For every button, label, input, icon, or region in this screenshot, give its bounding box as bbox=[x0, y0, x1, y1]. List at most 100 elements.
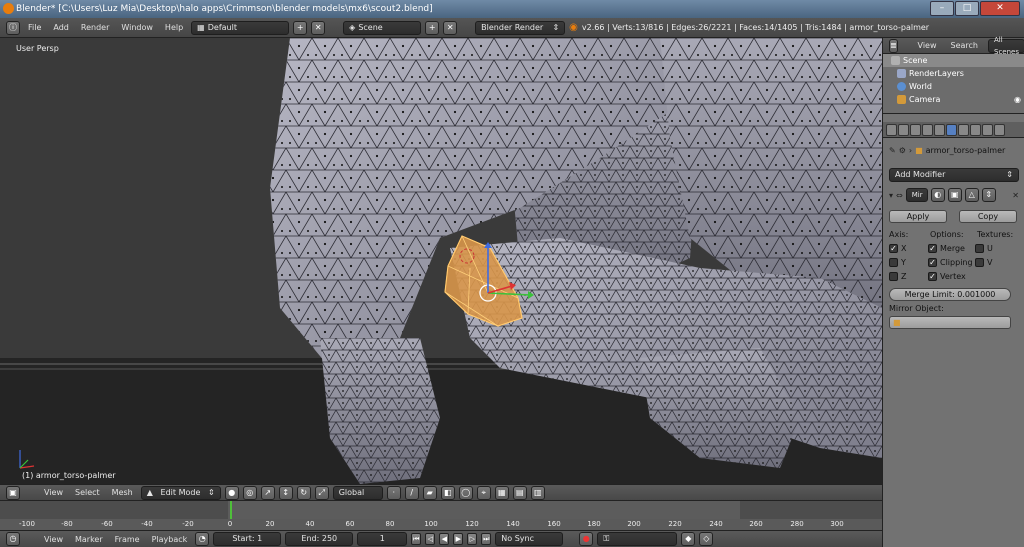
mirror-object-field[interactable]: ■ bbox=[889, 316, 1011, 329]
3d-viewport[interactable]: User Persp (1) armor_torso-palmer bbox=[0, 38, 882, 484]
editmode-toggle-icon[interactable]: △ bbox=[964, 188, 979, 202]
outliner-row-camera[interactable]: Camera ◉ bbox=[883, 93, 1024, 106]
vertex-select-icon[interactable]: · bbox=[386, 485, 401, 500]
face-select-icon[interactable]: ▰ bbox=[422, 485, 437, 500]
outliner-menu-search[interactable]: Search bbox=[947, 41, 982, 50]
data-tab-icon[interactable] bbox=[958, 123, 969, 136]
modifier-name-field[interactable]: Mir bbox=[905, 188, 928, 202]
pin-icon[interactable]: ✎ bbox=[889, 146, 896, 155]
add-modifier-select[interactable]: Add Modifier ⇕ bbox=[889, 168, 1019, 182]
manipulator-toggle-icon[interactable]: ↗ bbox=[260, 485, 275, 500]
copy-button[interactable]: Copy bbox=[959, 210, 1017, 223]
menu-mesh[interactable]: Mesh bbox=[108, 488, 137, 497]
menu-window[interactable]: Window bbox=[117, 23, 157, 32]
pivot-point-icon[interactable]: ◎ bbox=[242, 485, 257, 500]
move-updown-icon[interactable]: ⇕ bbox=[981, 188, 996, 202]
viewport-toggle-icon[interactable]: ▣ bbox=[947, 188, 962, 202]
remove-modifier-icon[interactable]: ✕ bbox=[1012, 191, 1019, 200]
auto-keying-icon[interactable]: ● bbox=[579, 532, 594, 546]
maximize-button[interactable]: □ bbox=[955, 1, 979, 16]
transform-orientation-select[interactable]: Global bbox=[332, 485, 383, 500]
mode-select[interactable]: ▲ Edit Mode ⇕ bbox=[140, 485, 221, 500]
render-engine-select[interactable]: Blender Render ⇕ bbox=[475, 20, 566, 35]
sync-mode-select[interactable]: No Sync bbox=[495, 532, 564, 546]
outliner-row-world[interactable]: World bbox=[883, 80, 1024, 93]
menu-add[interactable]: Add bbox=[49, 23, 73, 32]
timeline[interactable]: -100 -80 -60 -40 -20 0 20 40 60 80 100 1… bbox=[0, 500, 882, 531]
timeline-menu-frame[interactable]: Frame bbox=[111, 535, 144, 544]
delete-keyframe-icon[interactable]: ◇ bbox=[699, 532, 714, 546]
object-tab-icon[interactable] bbox=[922, 123, 933, 136]
limit-selection-icon[interactable]: ◧ bbox=[440, 485, 455, 500]
menu-render[interactable]: Render bbox=[77, 23, 113, 32]
vertex-checkbox[interactable]: ✓ bbox=[928, 272, 937, 281]
edge-select-icon[interactable]: / bbox=[404, 485, 419, 500]
menu-help[interactable]: Help bbox=[161, 23, 187, 32]
close-button[interactable]: ✕ bbox=[980, 1, 1020, 16]
jump-end-icon[interactable]: ⏭ bbox=[481, 533, 492, 545]
start-frame-field[interactable]: Start: 1 bbox=[213, 532, 282, 546]
texture-u-checkbox[interactable] bbox=[975, 244, 984, 253]
timeline-menu-marker[interactable]: Marker bbox=[71, 535, 107, 544]
rotate-manipulator-icon[interactable]: ↻ bbox=[296, 485, 311, 500]
add-screen-button[interactable]: + bbox=[293, 20, 308, 35]
axis-y-checkbox[interactable] bbox=[889, 258, 898, 267]
outliner-row-scene[interactable]: Scene bbox=[883, 54, 1024, 67]
menu-select[interactable]: Select bbox=[71, 488, 104, 497]
material-tab-icon[interactable] bbox=[970, 123, 981, 136]
current-frame-cursor[interactable] bbox=[230, 501, 232, 521]
render-tab-icon[interactable] bbox=[886, 123, 897, 136]
minimize-button[interactable]: – bbox=[930, 1, 954, 16]
jump-start-icon[interactable]: ⏮ bbox=[411, 533, 422, 545]
render-toggle-icon[interactable]: ◐ bbox=[930, 188, 945, 202]
prev-keyframe-icon[interactable]: ◁ bbox=[425, 533, 436, 545]
outliner-editor-type-icon[interactable]: ≣ bbox=[889, 38, 898, 53]
outliner-display-select[interactable]: All Scenes bbox=[988, 36, 1024, 56]
opengl-render-icon[interactable]: ▤ bbox=[512, 485, 527, 500]
clipping-checkbox[interactable]: ✓ bbox=[928, 258, 937, 267]
play-icon[interactable]: ▶ bbox=[453, 533, 464, 545]
screen-layout-select[interactable]: ▦ Default bbox=[191, 20, 290, 35]
remove-screen-button[interactable]: ✕ bbox=[311, 20, 326, 35]
info-editor-type-icon[interactable]: ⓘ bbox=[6, 20, 20, 35]
axis-z-checkbox[interactable] bbox=[889, 272, 898, 281]
collapse-arrow-icon[interactable]: ▾ bbox=[889, 191, 893, 200]
remove-scene-button[interactable]: ✕ bbox=[443, 20, 458, 35]
preview-range-icon[interactable]: ◔ bbox=[195, 532, 210, 546]
menu-view[interactable]: View bbox=[40, 488, 67, 497]
texture-v-checkbox[interactable] bbox=[975, 258, 984, 267]
apply-button[interactable]: Apply bbox=[889, 210, 947, 223]
timeline-menu-view[interactable]: View bbox=[40, 535, 67, 544]
constraints-tab-icon[interactable] bbox=[934, 123, 945, 136]
timeline-editor-type-icon[interactable]: ◷ bbox=[6, 532, 20, 546]
current-frame-field[interactable]: 1 bbox=[357, 532, 408, 546]
texture-tab-icon[interactable] bbox=[982, 123, 993, 136]
menu-file[interactable]: File bbox=[24, 23, 45, 32]
insert-keyframe-icon[interactable]: ◆ bbox=[681, 532, 696, 546]
proportional-edit-icon[interactable]: ◯ bbox=[458, 485, 473, 500]
end-frame-field[interactable]: End: 250 bbox=[285, 532, 354, 546]
scene-select[interactable]: ◈ Scene bbox=[343, 20, 422, 35]
viewport-shading-icon[interactable]: ● bbox=[224, 485, 239, 500]
outliner-row-renderlayers[interactable]: RenderLayers bbox=[883, 67, 1024, 80]
modifiers-tab-icon[interactable] bbox=[946, 123, 957, 136]
snap-element-icon[interactable]: ▦ bbox=[494, 485, 509, 500]
3d-view-editor-type-icon[interactable]: ▣ bbox=[6, 485, 20, 500]
visibility-eye-icon[interactable]: ◉ bbox=[1014, 93, 1021, 106]
world-tab-icon[interactable] bbox=[910, 123, 921, 136]
merge-limit-field[interactable]: Merge Limit: 0.001000 bbox=[889, 288, 1011, 301]
outliner-menu-view[interactable]: View bbox=[914, 41, 941, 50]
particles-tab-icon[interactable] bbox=[994, 123, 1005, 136]
translate-manipulator-icon[interactable]: ↕ bbox=[278, 485, 293, 500]
timeline-menu-playback[interactable]: Playback bbox=[148, 535, 192, 544]
opengl-anim-icon[interactable]: ▥ bbox=[530, 485, 545, 500]
keying-set-field[interactable]: ⚿ bbox=[597, 532, 678, 546]
add-scene-button[interactable]: + bbox=[425, 20, 440, 35]
snap-toggle-icon[interactable]: ⌖ bbox=[476, 485, 491, 500]
axis-x-checkbox[interactable]: ✓ bbox=[889, 244, 898, 253]
merge-checkbox[interactable]: ✓ bbox=[928, 244, 937, 253]
next-keyframe-icon[interactable]: ▷ bbox=[467, 533, 478, 545]
scene-tab-icon[interactable] bbox=[898, 123, 909, 136]
scale-manipulator-icon[interactable]: ⤢ bbox=[314, 485, 329, 500]
play-reverse-icon[interactable]: ◀ bbox=[439, 533, 450, 545]
